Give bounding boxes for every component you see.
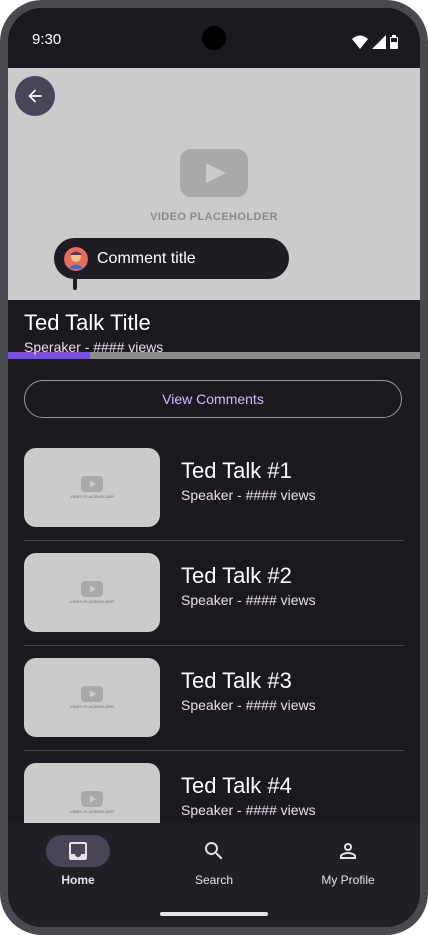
search-icon [205,842,223,860]
list-item[interactable]: VIDEO PLACEHOLDER Ted Talk #3 Speaker - ##… [24,658,404,763]
app-screen: 9:30 VIDEO PLACEHOLDER Comment title Ted… [8,8,420,927]
nav-profile[interactable]: My Profile [293,835,403,891]
inbox-icon [69,842,87,860]
video-placeholder-text: VIDEO PLACEHOLDER [150,211,278,223]
video-thumbnail: VIDEO PLACEHOLDER [24,658,160,737]
nav-profile-label: My Profile [321,873,375,887]
divider [24,645,404,646]
list-item-title: Ted Talk #3 [181,668,292,693]
video-thumbnail: VIDEO PLACEHOLDER [24,553,160,632]
status-bar: 9:30 [8,8,420,68]
camera-cutout [202,26,226,50]
comment-marker [73,279,77,290]
video-thumbnail: VIDEO PLACEHOLDER [24,448,160,527]
list-item-meta: Speaker - #### views [181,697,316,713]
list-item-title: Ted Talk #1 [181,458,292,483]
nav-home[interactable]: Home [23,835,133,891]
list-item[interactable]: VIDEO PLACEHOLDER Ted Talk #2 Speaker - ##… [24,553,404,658]
status-time: 9:30 [32,31,62,48]
status-icons [352,33,398,49]
divider [24,540,404,541]
battery-icon [390,35,398,49]
play-icon [81,581,103,597]
video-player[interactable]: VIDEO PLACEHOLDER Comment title [8,68,420,359]
play-icon [81,476,103,492]
back-button[interactable] [15,76,55,116]
gesture-handle [160,912,268,916]
arrow-back-icon [28,89,42,103]
talk-meta: Speraker - #### views [24,339,164,355]
nav-search[interactable]: Search [159,835,269,891]
comment-chip[interactable]: Comment title [54,238,289,279]
thumbnail-placeholder-text: VIDEO PLACEHOLDER [69,494,114,499]
play-icon [180,149,248,197]
list-item-meta: Speaker - #### views [181,802,316,818]
play-icon [81,686,103,702]
view-comments-button[interactable]: View Comments [24,380,402,418]
avatar [64,246,88,271]
talk-title: Ted Talk Title [24,310,151,335]
thumbnail-placeholder-text: VIDEO PLACEHOLDER [69,704,114,709]
list-item-meta: Speaker - #### views [181,487,316,503]
nav-home-label: Home [61,873,95,887]
play-icon [81,791,103,807]
wifi-icon [352,35,368,49]
signal-icon [372,35,386,49]
list-item[interactable]: VIDEO PLACEHOLDER Ted Talk #1 Speaker - ##… [24,448,404,553]
comment-title: Comment title [97,249,196,267]
bottom-navigation: Home Search My Profile [8,823,420,927]
divider [24,750,404,751]
list-item-title: Ted Talk #4 [181,773,292,798]
thumbnail-placeholder-text: VIDEO PLACEHOLDER [69,809,114,814]
list-item-title: Ted Talk #2 [181,563,292,588]
list-item-meta: Speaker - #### views [181,592,316,608]
nav-search-label: Search [194,873,234,887]
thumbnail-placeholder-text: VIDEO PLACEHOLDER [69,599,114,604]
person-icon [340,843,356,859]
